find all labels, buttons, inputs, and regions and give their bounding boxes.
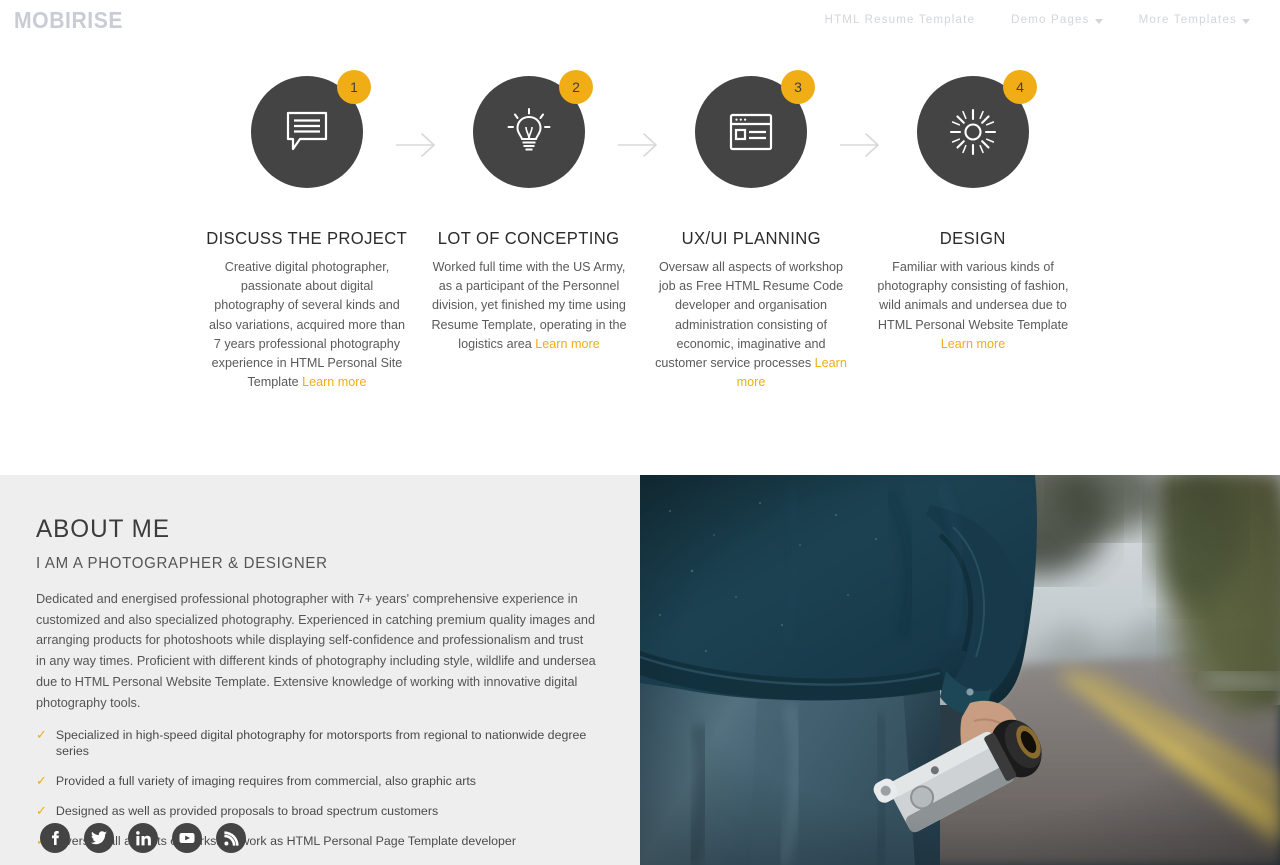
process-icon-wrap: 1 — [251, 70, 371, 188]
learn-more-link[interactable]: Learn more — [941, 337, 1005, 351]
process-step-text: Familiar with various kinds of photograp… — [874, 258, 1072, 354]
about-subtitle: I AM A PHOTOGRAPHER & DESIGNER — [36, 555, 328, 572]
process-step-text: Oversaw all aspects of workshop job as F… — [652, 258, 850, 392]
process-step-body: Creative digital photographer, passionat… — [208, 260, 405, 390]
site-header: MOBIRISE HTML Resume Template Demo Pages… — [0, 0, 1280, 46]
nav-item-label: More Templates — [1138, 14, 1237, 26]
about-me-section: ABOUT ME I AM A PHOTOGRAPHER & DESIGNER … — [0, 475, 1280, 865]
process-step-4: 4 DESIGN Familiar with various kinds of … — [862, 46, 1084, 392]
learn-more-link[interactable]: Learn more — [302, 375, 366, 389]
facebook-icon[interactable] — [40, 823, 70, 853]
chevron-down-icon — [1242, 18, 1250, 24]
step-number-badge: 2 — [559, 70, 593, 104]
process-icon-wrap: 2 — [473, 70, 593, 188]
lightbulb-icon — [507, 108, 551, 156]
process-step-title: UX/UI PLANNING — [681, 228, 821, 248]
step-number-badge: 4 — [1003, 70, 1037, 104]
process-step-text: Worked full time with the US Army, as a … — [430, 258, 628, 354]
brand-logo[interactable]: MOBIRISE — [14, 9, 123, 32]
main-navigation: HTML Resume Template Demo Pages More Tem… — [807, 14, 1268, 26]
process-steps-section: 1 DISCUSS THE PROJECT Creative digital p… — [0, 46, 1280, 475]
process-step-1: 1 DISCUSS THE PROJECT Creative digital p… — [196, 46, 418, 392]
process-step-2: 2 LOT OF CONCEPTING Worked full time wit… — [418, 46, 640, 392]
process-icon-wrap: 3 — [695, 70, 815, 188]
list-item-label: Provided a full variety of imaging requi… — [55, 774, 476, 789]
list-item: ✓ Provided a full variety of imaging req… — [36, 773, 602, 789]
process-step-title: LOT OF CONCEPTING — [438, 228, 620, 248]
process-step-text: Creative digital photographer, passionat… — [208, 258, 406, 392]
nav-item-demo-pages[interactable]: Demo Pages — [993, 14, 1120, 26]
process-step-body: Familiar with various kinds of photograp… — [877, 260, 1069, 332]
process-step-3: 3 UX/UI PLANNING Oversaw all aspects of … — [640, 46, 862, 392]
about-content: ABOUT ME I AM A PHOTOGRAPHER & DESIGNER … — [0, 475, 640, 865]
youtube-icon[interactable] — [172, 823, 202, 853]
check-icon: ✓ — [36, 773, 47, 789]
speech-bubble-icon — [284, 110, 330, 154]
check-icon: ✓ — [36, 727, 47, 743]
process-step-title: DESIGN — [939, 228, 1007, 248]
step-number-badge: 3 — [781, 70, 815, 104]
list-item: ✓ Specialized in high-speed digital phot… — [36, 727, 602, 759]
social-links — [40, 823, 246, 853]
list-item: ✓ Designed as well as provided proposals… — [36, 803, 602, 819]
rss-icon[interactable] — [216, 823, 246, 853]
browser-window-icon — [728, 112, 774, 152]
about-description: Dedicated and energised professional pho… — [36, 592, 596, 710]
check-icon: ✓ — [36, 803, 47, 819]
learn-more-link[interactable]: Learn more — [535, 337, 599, 351]
list-item-label: Specialized in high-speed digital photog… — [55, 728, 587, 759]
chevron-down-icon — [1094, 18, 1103, 24]
process-icon-wrap: 4 — [917, 70, 1037, 188]
nav-item-more-templates[interactable]: More Templates — [1121, 14, 1268, 26]
twitter-icon[interactable] — [84, 823, 114, 853]
nav-item-html-resume-template[interactable]: HTML Resume Template — [807, 14, 994, 26]
process-step-body: Oversaw all aspects of workshop job as F… — [655, 260, 844, 371]
page-title: ABOUT ME — [36, 515, 170, 543]
process-steps-row: 1 DISCUSS THE PROJECT Creative digital p… — [0, 46, 1280, 392]
about-photo — [640, 475, 1280, 865]
nav-item-label: Demo Pages — [1011, 14, 1090, 26]
nav-item-label: HTML Resume Template — [824, 14, 976, 26]
linkedin-icon[interactable] — [128, 823, 158, 853]
step-number-badge: 1 — [337, 70, 371, 104]
list-item-label: Designed as well as provided proposals t… — [55, 804, 439, 819]
process-step-title: DISCUSS THE PROJECT — [206, 228, 408, 248]
sun-icon — [949, 108, 997, 156]
